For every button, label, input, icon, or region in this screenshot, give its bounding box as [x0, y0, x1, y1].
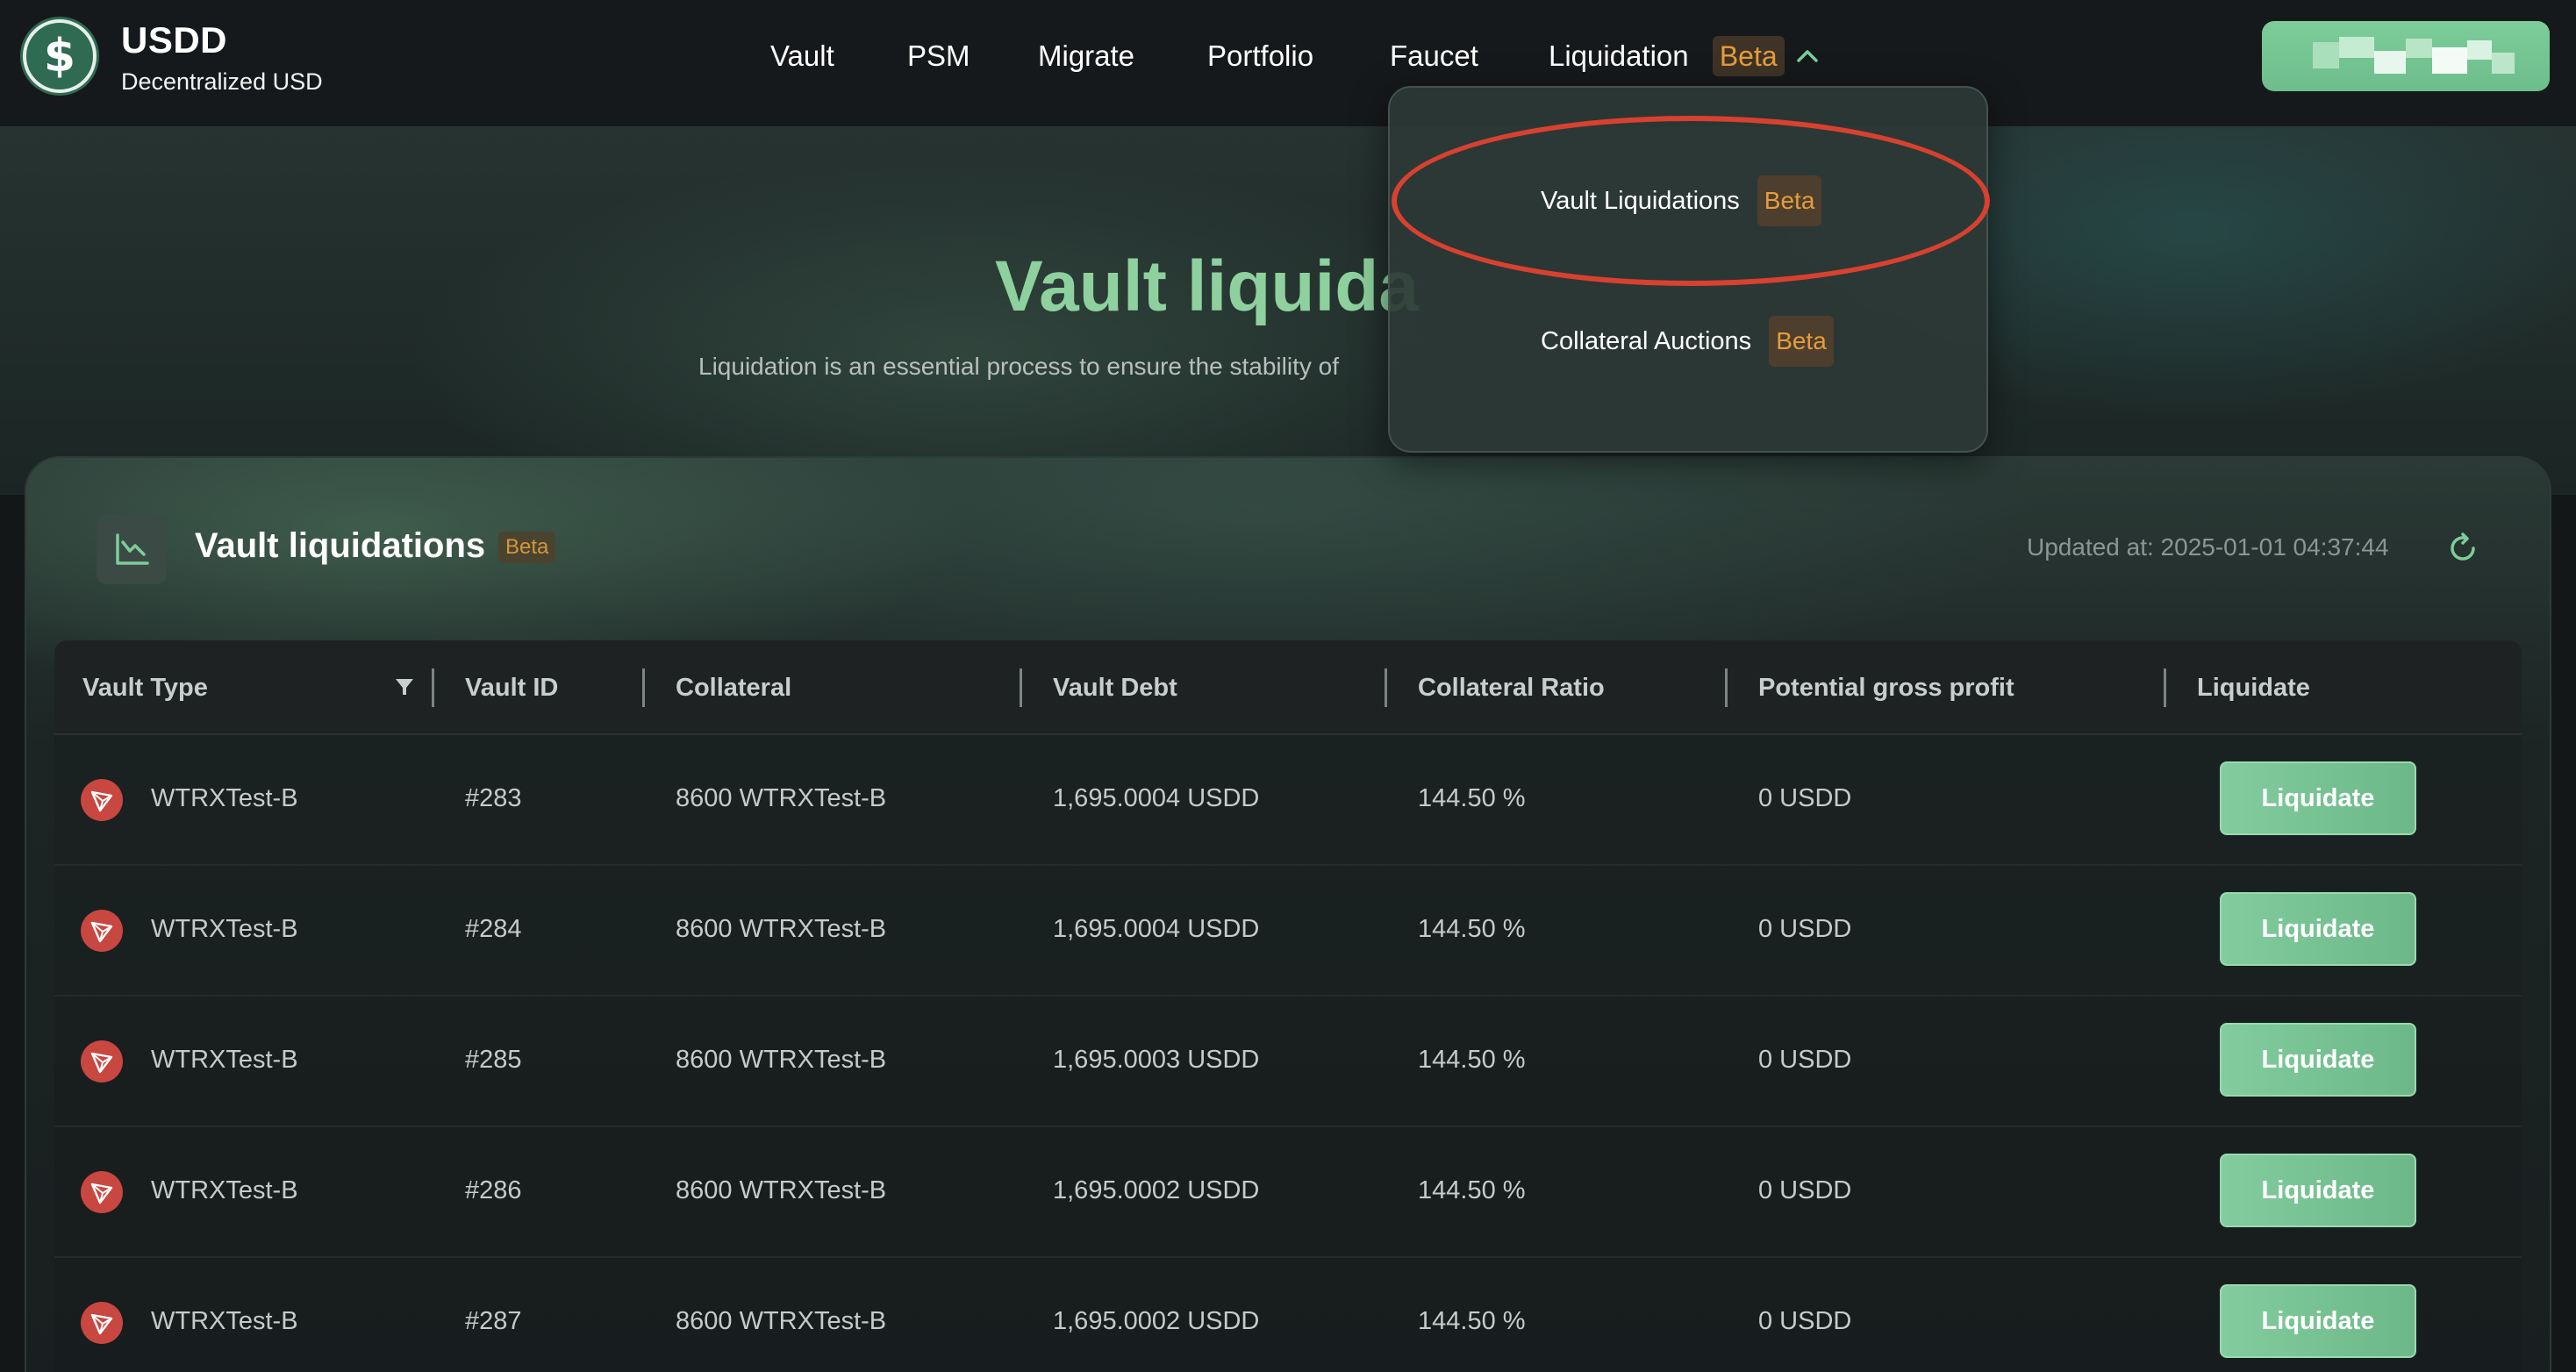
cell-vault-id: #283	[465, 784, 522, 812]
hero-subtitle: Liquidation is an essential process to e…	[698, 353, 1339, 380]
liquidation-beta-badge: Beta	[1712, 36, 1785, 76]
top-navbar: $ USDD Decentralized USD Vault PSM Migra…	[0, 0, 2576, 126]
tron-token-icon	[81, 1040, 123, 1083]
blurred-pixel	[2406, 39, 2432, 58]
column-header-collateral: Collateral	[676, 674, 792, 702]
liquidate-button[interactable]: Liquidate	[2220, 1284, 2416, 1358]
cell-vault-type: WTRXTest-B	[151, 1046, 298, 1074]
column-divider[interactable]	[1385, 668, 1387, 707]
cell-collateral-ratio: 144.50 %	[1418, 1046, 1526, 1074]
cell-potential-profit: 0 USDD	[1758, 784, 1852, 812]
cell-collateral: 8600 WTRXTest-B	[676, 1046, 887, 1074]
blurred-pixel	[2492, 53, 2515, 74]
nav-item-liquidation-label: Liquidation	[1549, 39, 1689, 72]
liquidate-button[interactable]: Liquidate	[2220, 892, 2416, 966]
nav-item-migrate[interactable]: Migrate	[1038, 35, 1134, 77]
column-header-collateral-ratio: Collateral Ratio	[1418, 674, 1605, 702]
table-row: WTRXTest-B #284 8600 WTRXTest-B 1,695.00…	[54, 866, 2522, 997]
cell-vault-type: WTRXTest-B	[151, 784, 298, 812]
cell-vault-id: #286	[465, 1176, 522, 1204]
cell-potential-profit: 0 USDD	[1758, 1307, 1852, 1335]
nav-item-faucet[interactable]: Faucet	[1390, 35, 1478, 77]
wallet-address-button[interactable]	[2262, 21, 2550, 91]
cell-collateral-ratio: 144.50 %	[1418, 1307, 1526, 1335]
tron-token-icon	[81, 910, 123, 952]
panel-beta-badge: Beta	[498, 532, 556, 563]
blurred-pixel	[2467, 40, 2492, 60]
column-header-vault-debt: Vault Debt	[1053, 674, 1177, 702]
cell-vault-type: WTRXTest-B	[151, 915, 298, 943]
cell-vault-debt: 1,695.0004 USDD	[1053, 784, 1260, 812]
cell-vault-id: #284	[465, 915, 522, 943]
logo-glyph: $	[43, 30, 76, 82]
table-row: WTRXTest-B #283 8600 WTRXTest-B 1,695.00…	[54, 735, 2522, 866]
tron-token-icon	[81, 1302, 123, 1344]
column-header-vault-type: Vault Type	[82, 674, 208, 702]
cell-vault-debt: 1,695.0003 USDD	[1053, 1046, 1260, 1074]
column-header-vault-id: Vault ID	[465, 674, 559, 702]
cell-potential-profit: 0 USDD	[1758, 915, 1852, 943]
blurred-pixel	[2313, 42, 2339, 68]
table-header: Vault Type Vault ID Collateral Vault Deb…	[54, 640, 2522, 735]
liquidate-button[interactable]: Liquidate	[2220, 1023, 2416, 1097]
column-divider[interactable]	[1725, 668, 1728, 707]
tron-token-icon	[81, 779, 123, 821]
blurred-pixel	[2339, 37, 2374, 58]
column-divider[interactable]	[432, 668, 434, 707]
cell-vault-debt: 1,695.0002 USDD	[1053, 1307, 1260, 1335]
menu-item-label: Collateral Auctions	[1541, 326, 1752, 355]
column-header-liquidate: Liquidate	[2197, 674, 2310, 702]
panel-title: Vault liquidations	[195, 526, 486, 565]
nav-item-liquidation[interactable]: Liquidation Beta	[1549, 35, 1785, 77]
filter-icon[interactable]	[393, 675, 416, 698]
column-divider[interactable]	[1020, 668, 1022, 707]
cell-potential-profit: 0 USDD	[1758, 1046, 1852, 1074]
cell-collateral: 8600 WTRXTest-B	[676, 1307, 887, 1335]
app-root: $ USDD Decentralized USD Vault PSM Migra…	[0, 0, 2576, 1372]
cell-collateral: 8600 WTRXTest-B	[676, 1176, 887, 1204]
refresh-icon[interactable]	[2444, 530, 2481, 567]
cell-collateral: 8600 WTRXTest-B	[676, 915, 887, 943]
cell-vault-debt: 1,695.0002 USDD	[1053, 1176, 1260, 1204]
liquidate-button[interactable]: Liquidate	[2220, 1154, 2416, 1227]
menu-item-collateral-auctions[interactable]: Collateral Auctions Beta	[1541, 316, 1834, 367]
chevron-up-icon[interactable]	[1793, 42, 1821, 70]
nav-item-vault[interactable]: Vault	[770, 35, 834, 77]
cell-collateral: 8600 WTRXTest-B	[676, 784, 887, 812]
menu-item-beta-badge: Beta	[1769, 316, 1834, 367]
cell-collateral-ratio: 144.50 %	[1418, 784, 1526, 812]
chart-down-icon	[97, 514, 167, 584]
table-row: WTRXTest-B #286 8600 WTRXTest-B 1,695.00…	[54, 1127, 2522, 1258]
liquidate-button[interactable]: Liquidate	[2220, 761, 2416, 835]
cell-vault-type: WTRXTest-B	[151, 1176, 298, 1204]
hero-title: Vault liquida	[995, 247, 1419, 326]
brand-subtitle: Decentralized USD	[121, 68, 323, 95]
column-divider[interactable]	[642, 668, 645, 707]
cell-potential-profit: 0 USDD	[1758, 1176, 1852, 1204]
cell-vault-type: WTRXTest-B	[151, 1307, 298, 1335]
cell-vault-id: #287	[465, 1307, 522, 1335]
column-divider[interactable]	[2164, 668, 2166, 707]
cell-vault-id: #285	[465, 1046, 522, 1074]
updated-at-timestamp: Updated at: 2025-01-01 04:37:44	[2027, 533, 2389, 561]
column-header-potential-profit: Potential gross profit	[1758, 674, 2014, 702]
table-row: WTRXTest-B #287 8600 WTRXTest-B 1,695.00…	[54, 1258, 2522, 1372]
highlight-annotation-ring	[1392, 116, 1990, 286]
usdd-logo-icon[interactable]: $	[23, 19, 97, 93]
table-row: WTRXTest-B #285 8600 WTRXTest-B 1,695.00…	[54, 997, 2522, 1127]
liquidations-table: Vault Type Vault ID Collateral Vault Deb…	[54, 640, 2522, 1372]
nav-item-portfolio[interactable]: Portfolio	[1207, 35, 1313, 77]
brand-name: USDD	[121, 19, 228, 61]
tron-token-icon	[81, 1171, 123, 1213]
nav-item-psm[interactable]: PSM	[907, 35, 970, 77]
blurred-pixel	[2432, 47, 2467, 74]
blurred-pixel	[2374, 51, 2406, 74]
cell-collateral-ratio: 144.50 %	[1418, 1176, 1526, 1204]
cell-collateral-ratio: 144.50 %	[1418, 915, 1526, 943]
vault-liquidations-panel: Vault liquidations Beta Updated at: 2025…	[25, 456, 2551, 1372]
cell-vault-debt: 1,695.0004 USDD	[1053, 915, 1260, 943]
